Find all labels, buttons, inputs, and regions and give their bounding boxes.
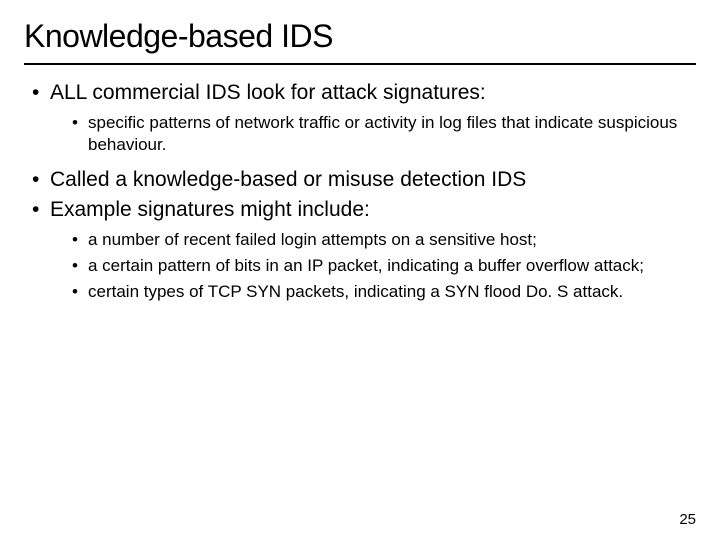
bullet-text: a certain pattern of bits in an IP packe… <box>88 256 644 275</box>
list-item: certain types of TCP SYN packets, indica… <box>72 281 696 303</box>
bullet-text: certain types of TCP SYN packets, indica… <box>88 282 623 301</box>
slide-title: Knowledge-based IDS <box>24 18 696 55</box>
list-item: a number of recent failed login attempts… <box>72 229 696 251</box>
bullet-list: ALL commercial IDS look for attack signa… <box>24 79 696 303</box>
list-item: a certain pattern of bits in an IP packe… <box>72 255 696 277</box>
list-item: Called a knowledge-based or misuse detec… <box>32 166 696 193</box>
list-item: Example signatures might include: a numb… <box>32 196 696 304</box>
sub-list: a number of recent failed login attempts… <box>50 229 696 303</box>
sub-list: specific patterns of network traffic or … <box>50 112 696 156</box>
bullet-text: Called a knowledge-based or misuse detec… <box>50 168 526 191</box>
list-item: specific patterns of network traffic or … <box>72 112 696 156</box>
title-underline <box>24 63 696 65</box>
list-item: ALL commercial IDS look for attack signa… <box>32 79 696 156</box>
bullet-text: ALL commercial IDS look for attack signa… <box>50 81 486 104</box>
bullet-text: a number of recent failed login attempts… <box>88 230 537 249</box>
bullet-text: specific patterns of network traffic or … <box>88 113 677 154</box>
page-number: 25 <box>679 511 696 528</box>
bullet-text: Example signatures might include: <box>50 198 370 221</box>
